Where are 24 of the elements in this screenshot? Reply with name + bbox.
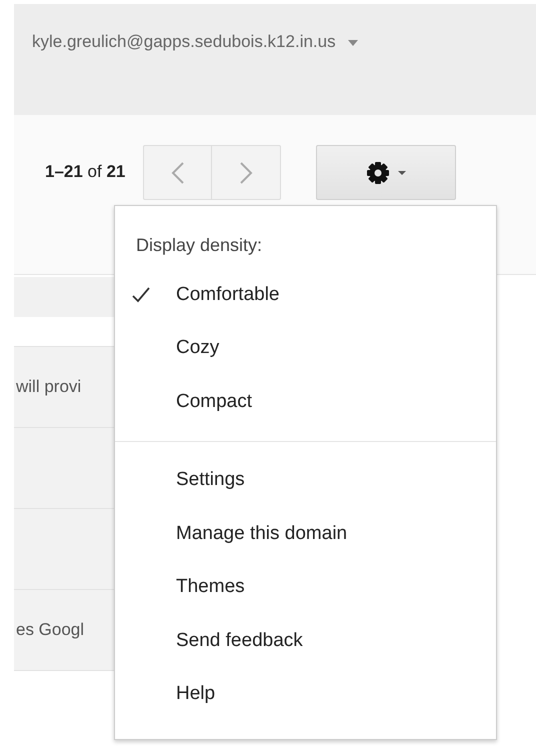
density-option[interactable]: Compact [115, 375, 496, 428]
chevron-right-icon [239, 160, 254, 184]
menu-heading: Display density: [135, 234, 264, 257]
message-snippet: will provi [15, 377, 82, 397]
previous-button[interactable] [143, 145, 212, 200]
message-snippet: es Googl [15, 620, 84, 640]
menu-item[interactable]: Manage this domain [115, 507, 496, 560]
message-row[interactable]: will provi [14, 347, 114, 428]
density-option[interactable]: Cozy [115, 322, 496, 375]
page-count: 1–21 of 21 [45, 162, 126, 182]
menu-item[interactable]: Help [115, 668, 496, 721]
message-row[interactable] [14, 428, 114, 509]
density-option[interactable]: Comfortable [115, 268, 496, 322]
menu-item[interactable]: Themes [115, 560, 496, 614]
next-button[interactable] [212, 145, 282, 200]
menu-item[interactable]: Send feedback [115, 614, 496, 668]
account-email[interactable]: kyle.greulich@gapps.sedubois.k12.in.us [32, 32, 336, 52]
menu-item[interactable]: Settings [115, 454, 496, 507]
caret-icon[interactable] [348, 40, 358, 46]
message-row[interactable] [14, 509, 114, 590]
message-row[interactable]: es Googl [14, 590, 114, 671]
settings-button[interactable] [316, 145, 456, 200]
caret-icon [398, 170, 406, 174]
chevron-left-icon [170, 160, 185, 184]
